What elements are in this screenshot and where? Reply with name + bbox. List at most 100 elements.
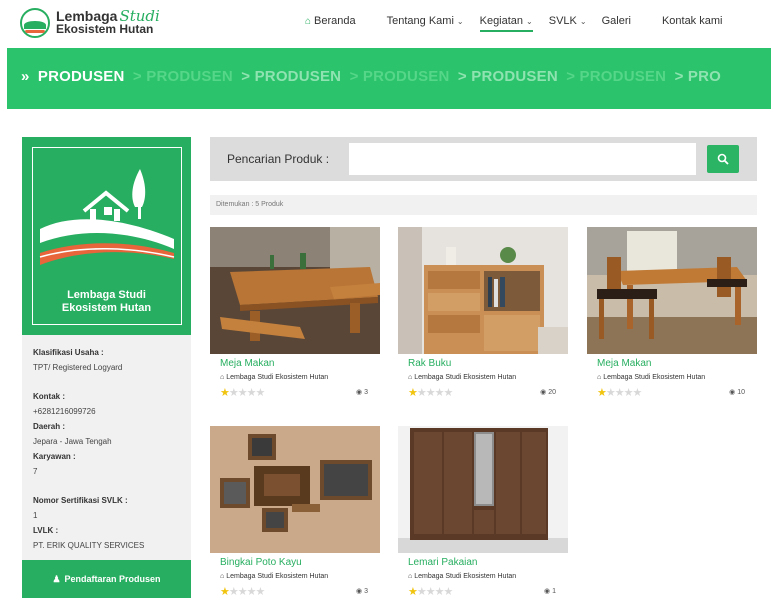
view-count-value: 1 (552, 588, 556, 595)
view-count-value: 3 (364, 389, 368, 396)
user-icon: ♟ (52, 573, 61, 584)
field-label: LVLK : (33, 526, 59, 535)
home-icon: ⌂ (408, 573, 413, 580)
home-icon: ⌂ (220, 573, 225, 580)
register-producer-button[interactable]: ♟ Pendaftaran Produsen (22, 560, 191, 598)
banner-title-strip: » PRODUSEN > PRODUSEN > PRODUSEN > PRODU… (21, 68, 725, 85)
wooden-photo-frames-image (210, 426, 380, 553)
field-value: TPT/ Registered Logyard (33, 363, 123, 372)
product-card[interactable]: Meja Makan ⌂ Lembaga Studi Ekosistem Huta… (587, 227, 757, 400)
nav-galeri[interactable]: Galeri (602, 15, 631, 32)
bookshelf-image (398, 227, 568, 354)
site-logo[interactable]: Lembaga Studi Ekosistem Hutan (20, 6, 160, 40)
producer-logo-title: Lembaga Studi Ekosistem Hutan (22, 289, 191, 315)
product-title[interactable]: Bingkai Poto Kayu (220, 557, 380, 569)
view-count: ◉ 3 (356, 587, 368, 595)
seller-name: Lembaga Studi Ekosistem Hutan (603, 374, 706, 381)
field-value: 7 (33, 467, 38, 476)
nav-label: Tentang Kami (386, 15, 454, 27)
banner-repeat: > PRODUSEN (241, 68, 342, 85)
seller-name: Lembaga Studi Ekosistem Hutan (414, 573, 517, 580)
register-button-label: Pendaftaran Produsen (64, 574, 161, 584)
product-seller: ⌂ Lembaga Studi Ekosistem Hutan (597, 373, 757, 382)
rating-stars: ★★★★★ (408, 586, 453, 598)
eye-icon: ◉ (355, 389, 363, 396)
nav-beranda[interactable]: ⌂ Beranda (305, 15, 356, 32)
eye-icon: ◉ (355, 588, 363, 595)
field-label: Klasifikasi Usaha : (33, 348, 104, 357)
view-count: ◉ 10 (729, 388, 745, 396)
seller-name: Lembaga Studi Ekosistem Hutan (226, 374, 329, 381)
banner-repeat: > PRODUSEN (566, 68, 667, 85)
nav-svlk[interactable]: SVLK ⌄ (549, 15, 587, 32)
rating-stars: ★★★★★ (220, 387, 265, 399)
banner-arrow: » (21, 68, 30, 85)
product-image[interactable] (398, 227, 568, 354)
nav-kontak-kami[interactable]: Kontak kami (662, 15, 723, 32)
rating-stars: ★★★★★ (597, 387, 642, 399)
search-icon (717, 153, 729, 165)
home-icon: ⌂ (597, 374, 602, 381)
producer-name-line: Lembaga Studi (67, 289, 146, 301)
product-seller: ⌂ Lembaga Studi Ekosistem Hutan (220, 572, 380, 581)
view-count: ◉ 1 (544, 587, 556, 595)
product-title[interactable]: Meja Makan (597, 358, 757, 370)
dining-table-bench-image (210, 227, 380, 354)
banner-repeat: > PRODUSEN (349, 68, 450, 85)
product-search-bar: Pencarian Produk : (210, 137, 757, 181)
search-button[interactable] (707, 145, 739, 173)
nav-label: Kegiatan (479, 15, 524, 27)
field-value: PT. ERIK QUALITY SERVICES (33, 541, 145, 550)
product-title[interactable]: Meja Makan (220, 358, 380, 370)
producer-sidebar: Lembaga Studi Ekosistem Hutan Klasifikas… (22, 137, 191, 598)
product-image[interactable] (398, 426, 568, 553)
product-seller: ⌂ Lembaga Studi Ekosistem Hutan (408, 373, 568, 382)
seller-name: Lembaga Studi Ekosistem Hutan (226, 573, 329, 580)
product-search-input[interactable] (349, 143, 696, 175)
wardrobe-image (398, 426, 568, 553)
producer-logo: Lembaga Studi Ekosistem Hutan (22, 137, 191, 335)
view-count-value: 20 (548, 389, 556, 396)
banner-repeat: > PRODUSEN (132, 68, 233, 85)
home-icon: ⌂ (220, 374, 225, 381)
product-image[interactable] (210, 227, 380, 354)
eye-icon: ◉ (540, 389, 547, 396)
view-count: ◉ 20 (540, 388, 556, 396)
seller-name: Lembaga Studi Ekosistem Hutan (414, 374, 517, 381)
nav-kegiatan[interactable]: Kegiatan ⌄ (479, 15, 533, 32)
product-card[interactable]: Lemari Pakaian ⌂ Lembaga Studi Ekosistem … (398, 426, 568, 599)
field-value: +6281216099726 (33, 407, 96, 416)
field-value: 1 (33, 511, 38, 520)
product-image[interactable] (587, 227, 757, 354)
house-tree-logo-icon (39, 169, 175, 265)
product-image[interactable] (210, 426, 380, 553)
product-card[interactable]: Rak Buku ⌂ Lembaga Studi Ekosistem Hutan … (398, 227, 568, 400)
product-card[interactable]: Meja Makan ⌂ Lembaga Studi Ekosistem Huta… (210, 227, 380, 400)
dining-set-chairs-image (587, 227, 757, 354)
home-icon: ⌂ (408, 374, 413, 381)
producer-info: Klasifikasi Usaha : TPT/ Registered Logy… (22, 335, 191, 553)
top-navbar: Lembaga Studi Ekosistem Hutan ⌂ Beranda Te… (0, 0, 773, 46)
nav-label: Galeri (601, 15, 631, 27)
nav-tentang-kami[interactable]: Tentang Kami ⌄ (387, 15, 464, 32)
product-title[interactable]: Lemari Pakaian (408, 557, 568, 569)
banner-title: PRODUSEN (37, 68, 125, 85)
eye-icon: ◉ (543, 588, 551, 595)
home-icon: ⌂ (305, 16, 312, 27)
logo-line2: Ekosistem Hutan (56, 22, 154, 36)
product-seller: ⌂ Lembaga Studi Ekosistem Hutan (408, 572, 568, 581)
product-title[interactable]: Rak Buku (408, 358, 568, 370)
product-seller: ⌂ Lembaga Studi Ekosistem Hutan (220, 373, 380, 382)
banner-repeat: > PRODUSEN (457, 68, 558, 85)
field-label: Daerah : (33, 422, 66, 431)
search-label: Pencarian Produk : (227, 152, 330, 166)
product-card[interactable]: Bingkai Poto Kayu ⌂ Lembaga Studi Ekosist… (210, 426, 380, 599)
logo-text: Lembaga Studi Ekosistem Hutan (56, 9, 160, 36)
rating-stars: ★★★★★ (408, 387, 453, 399)
page-banner: » PRODUSEN > PRODUSEN > PRODUSEN > PRODU… (7, 48, 771, 109)
eye-icon: ◉ (729, 389, 736, 396)
view-count: ◉ 3 (356, 388, 368, 396)
field-label: Kontak : (33, 392, 65, 401)
chevron-down-icon: ⌄ (579, 17, 587, 26)
nav-label: Kontak kami (661, 15, 723, 27)
